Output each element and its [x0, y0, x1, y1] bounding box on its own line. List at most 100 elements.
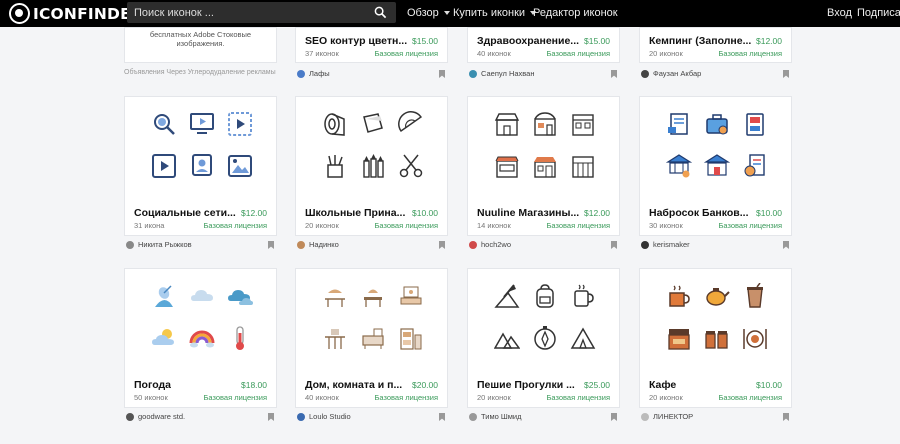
author-name: Тимо Шмид — [481, 412, 522, 421]
bookmark-icon[interactable] — [439, 241, 445, 249]
tent-icon — [570, 325, 596, 351]
author-link[interactable]: goodware std. — [126, 412, 185, 421]
author-name: Loulo Studio — [309, 412, 351, 421]
avatar — [641, 412, 649, 421]
document-icon — [666, 111, 692, 137]
author-link[interactable]: kerismaker — [641, 240, 690, 249]
chevron-down-icon — [443, 11, 450, 16]
icon-preview-grid — [490, 109, 600, 181]
card-license[interactable]: Базовая лицензия — [374, 221, 438, 230]
ad-caption: Объявления Через Углеродудаление рекламы — [124, 69, 276, 76]
card-license[interactable]: Базовая лицензия — [203, 393, 267, 402]
author-link[interactable]: Тимо Шмид — [469, 412, 521, 421]
author-link[interactable]: ЛИНЕКТОР — [641, 412, 693, 421]
lamp-table-icon — [360, 283, 386, 309]
avatar — [297, 240, 305, 249]
icon-preview-grid — [147, 281, 257, 353]
bookmark-icon[interactable] — [268, 241, 274, 249]
bookstore-icon — [570, 153, 596, 179]
bookmark-icon[interactable] — [611, 413, 617, 421]
icon-set-card[interactable]: Nuuline Магазины... $12.00 14 иконок Базов… — [467, 96, 620, 236]
coffee-cup-icon — [666, 283, 692, 309]
avatar — [469, 69, 477, 78]
bookmark-icon[interactable] — [439, 413, 445, 421]
bookmark-icon[interactable] — [268, 413, 274, 421]
card-title: Набросок Банков... — [649, 207, 749, 219]
author-link[interactable]: Loulo Studio — [297, 412, 351, 421]
bookmark-icon[interactable] — [611, 70, 617, 78]
icon-set-card[interactable]: SEO контур цветн... $15.00 37 иконок Базов… — [295, 27, 448, 63]
mug-icon — [570, 283, 596, 309]
bookmark-icon[interactable] — [611, 241, 617, 249]
icon-set-card[interactable]: Кафе $10.00 20 иконок Базовая лицензия — [639, 268, 792, 408]
subscribe-link[interactable]: Подписать — [857, 7, 900, 19]
card-count: 31 икона — [134, 221, 165, 230]
receipt-icon — [742, 153, 768, 179]
card-license[interactable]: Базовая лицензия — [546, 49, 610, 58]
bookmark-icon[interactable] — [439, 70, 445, 78]
card-license[interactable]: Базовая лицензия — [203, 221, 267, 230]
card-title: Кемпинг (Заполне... — [649, 35, 752, 47]
icon-set-card[interactable]: Набросок Банков... $10.00 30 иконок Базова… — [639, 96, 792, 236]
avatar — [641, 240, 649, 249]
sticky-note-icon — [360, 111, 386, 137]
card-title: Пешие Прогулки ... — [477, 379, 575, 391]
author-link[interactable]: hoch2wo — [469, 240, 511, 249]
avatar — [297, 69, 305, 78]
card-count: 30 иконок — [649, 221, 683, 230]
card-title: Nuuline Магазины... — [477, 207, 580, 219]
card-price: $12.00 — [584, 208, 610, 218]
card-license[interactable]: Базовая лицензия — [718, 49, 782, 58]
user-profile-icon — [189, 153, 215, 179]
clouds-icon — [227, 283, 253, 309]
search-box — [127, 2, 396, 23]
briefcase-icon — [704, 111, 730, 137]
icon-set-card[interactable]: Школьные Прина... $10.00 20 иконок Базовая… — [295, 96, 448, 236]
login-link[interactable]: Вход — [827, 7, 852, 19]
author-link[interactable]: Фаузан Акбар — [641, 69, 701, 78]
card-title: Здравоохранение... — [477, 35, 580, 47]
search-icon[interactable] — [374, 6, 387, 19]
nav-browse[interactable]: Обзор — [407, 7, 450, 19]
crayons-icon — [360, 153, 386, 179]
card-count: 14 иконок — [477, 221, 511, 230]
scissors-icon — [398, 153, 424, 179]
card-license[interactable]: Базовая лицензия — [546, 221, 610, 230]
card-license[interactable]: Базовая лицензия — [374, 393, 438, 402]
icon-set-card[interactable]: Погода $18.00 50 иконок Базовая лицензия — [124, 268, 277, 408]
ad-box[interactable]: бесплатных Adobe Стоковые изображения. — [124, 27, 277, 63]
icon-set-card[interactable]: Пешие Прогулки ... $25.00 20 иконок Базова… — [467, 268, 620, 408]
author-link[interactable]: Надинко — [297, 240, 339, 249]
icon-set-card[interactable]: Здравоохранение... $15.00 40 иконок Базова… — [467, 27, 620, 63]
play-icon — [151, 153, 177, 179]
card-license[interactable]: Базовая лицензия — [374, 49, 438, 58]
icon-set-card[interactable]: Дом, комната и п... $20.00 40 иконок Базов… — [295, 268, 448, 408]
icon-preview-grid — [662, 281, 772, 353]
ad-removal-link[interactable]: удаление рекламы — [214, 69, 276, 76]
bookshelf-icon — [398, 325, 424, 351]
top-nav: ICONFINDER Обзор Купить иконки Редактор … — [0, 0, 900, 27]
card-count: 37 иконок — [305, 49, 339, 58]
tape-icon — [322, 111, 348, 137]
ad-caption-text[interactable]: Объявления Через Углерод — [124, 69, 214, 76]
author-link[interactable]: Лафы — [297, 69, 330, 78]
author-link[interactable]: Саепул Нахван — [469, 69, 535, 78]
card-license[interactable]: Базовая лицензия — [718, 393, 782, 402]
nav-buy-icons[interactable]: Купить иконки — [453, 7, 537, 19]
avatar — [297, 412, 305, 421]
icon-set-card[interactable]: Социальные сети... $12.00 31 икона Базовая… — [124, 96, 277, 236]
card-license[interactable]: Базовая лицензия — [546, 393, 610, 402]
bookmark-icon[interactable] — [783, 241, 789, 249]
pencil-cup-icon — [322, 153, 348, 179]
avatar — [469, 412, 477, 421]
icon-set-card[interactable]: Кемпинг (Заполне... $12.00 20 иконок Базов… — [639, 27, 792, 63]
card-title: SEO контур цветн... — [305, 35, 408, 47]
card-license[interactable]: Базовая лицензия — [718, 221, 782, 230]
nav-icon-editor[interactable]: Редактор иконок — [533, 7, 618, 19]
logo[interactable]: ICONFINDER — [9, 3, 143, 24]
video-icon — [227, 111, 253, 137]
bookmark-icon[interactable] — [783, 70, 789, 78]
bookmark-icon[interactable] — [783, 413, 789, 421]
author-link[interactable]: Никита Рыжков — [126, 240, 192, 249]
search-input[interactable] — [127, 6, 362, 19]
